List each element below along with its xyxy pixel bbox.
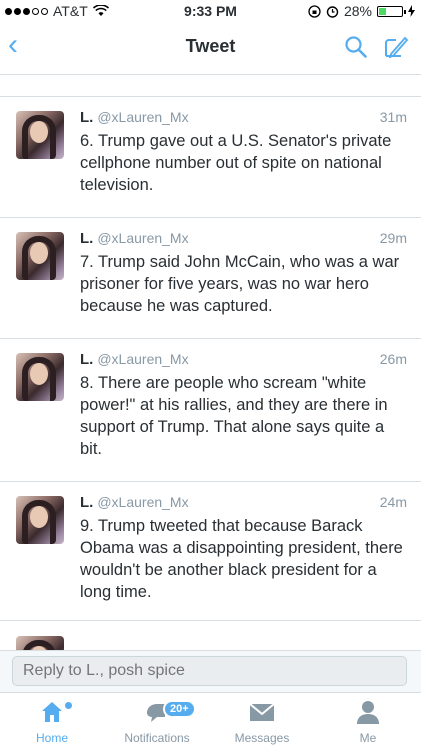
tweet-handle: @xLauren_Mx bbox=[97, 494, 189, 510]
tab-home[interactable]: Home bbox=[2, 699, 102, 745]
battery-percent: 28% bbox=[343, 3, 372, 19]
tweet-timestamp: 29m bbox=[379, 230, 407, 246]
reply-input[interactable] bbox=[12, 656, 407, 686]
tweet-handle: @xLauren_Mx bbox=[97, 109, 189, 125]
tweet-author-name[interactable]: L. bbox=[80, 230, 93, 247]
compose-tweet-icon[interactable] bbox=[383, 34, 409, 60]
new-content-dot bbox=[65, 702, 72, 709]
tab-bar: Home 20+ Notifications Messages Me bbox=[0, 692, 421, 751]
tweet-timestamp: 24m bbox=[379, 494, 407, 510]
status-bar: AT&T 9:33 PM 28% bbox=[0, 0, 421, 22]
avatar[interactable] bbox=[16, 636, 64, 650]
tweet-item[interactable]: L. @xLauren_Mx 24m 9. Trump tweeted that … bbox=[0, 482, 421, 621]
tweet-item[interactable]: L. @xLauren_Mx 29m 7. Trump said John McC… bbox=[0, 218, 421, 339]
partial-tweet-item[interactable] bbox=[0, 620, 421, 650]
reply-bar bbox=[0, 650, 421, 693]
tweet-author-name[interactable]: L. bbox=[80, 494, 93, 511]
avatar[interactable] bbox=[16, 353, 64, 401]
avatar[interactable] bbox=[16, 232, 64, 280]
tab-messages[interactable]: Messages bbox=[212, 699, 312, 745]
avatar[interactable] bbox=[16, 111, 64, 159]
tweet-text: 9. Trump tweeted that because Barack Oba… bbox=[80, 517, 403, 601]
tweet-handle: @xLauren_Mx bbox=[97, 351, 189, 367]
tweet-text: 6. Trump gave out a U.S. Senator's priva… bbox=[80, 132, 392, 194]
tab-label: Home bbox=[35, 731, 68, 745]
battery-icon bbox=[377, 5, 406, 17]
tab-label: Messages bbox=[234, 731, 290, 745]
tweet-author-name[interactable]: L. bbox=[80, 109, 93, 126]
alarm-icon bbox=[326, 5, 339, 18]
tweet-item[interactable]: L. @xLauren_Mx 31m 6. Trump gave out a U.… bbox=[0, 97, 421, 218]
tweet-text: 8. There are people who scream "white po… bbox=[80, 374, 388, 458]
tweet-timestamp: 31m bbox=[379, 109, 407, 125]
tab-notifications[interactable]: 20+ Notifications bbox=[107, 699, 207, 745]
tweet-author-name[interactable]: L. bbox=[80, 351, 93, 368]
notification-badge: 20+ bbox=[163, 700, 196, 718]
avatar[interactable] bbox=[16, 496, 64, 544]
tweet-text: 7. Trump said John McCain, who was a war… bbox=[80, 253, 400, 315]
tweet-item[interactable]: L. @xLauren_Mx 26m 8. There are people wh… bbox=[0, 339, 421, 482]
tab-label: Me bbox=[359, 731, 377, 745]
messages-icon bbox=[249, 703, 275, 721]
tweet-timestamp: 26m bbox=[379, 351, 407, 367]
me-icon bbox=[357, 701, 379, 724]
tweet-handle: @xLauren_Mx bbox=[97, 230, 189, 246]
tab-me[interactable]: Me bbox=[318, 699, 418, 745]
search-icon[interactable] bbox=[344, 35, 368, 59]
rotation-lock-icon bbox=[308, 4, 321, 18]
tab-label: Notifications bbox=[124, 731, 190, 745]
charging-icon bbox=[408, 5, 415, 17]
home-icon bbox=[42, 702, 62, 722]
nav-bar: ‹ Tweet bbox=[0, 22, 421, 75]
